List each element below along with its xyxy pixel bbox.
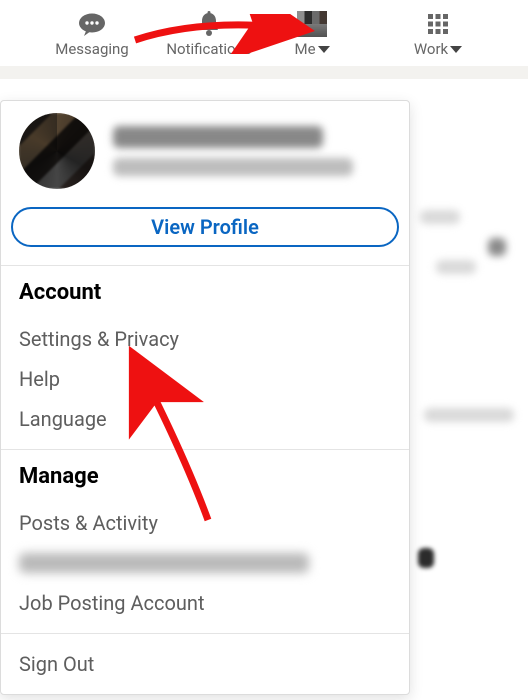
bg-content — [488, 238, 506, 256]
messaging-icon — [77, 10, 107, 38]
bg-content — [418, 548, 434, 568]
menu-item-redacted[interactable] — [19, 553, 309, 573]
section-heading: Manage — [19, 464, 391, 489]
apps-grid-icon — [427, 10, 449, 38]
chevron-down-icon — [450, 46, 462, 53]
profile-avatar-icon — [19, 113, 95, 189]
nav-work[interactable]: Work — [398, 10, 478, 58]
button-label: View Profile — [151, 215, 259, 239]
profile-text — [113, 126, 391, 176]
me-dropdown: View Profile Account Settings & Privacy … — [0, 100, 410, 695]
bg-content — [424, 408, 514, 422]
nav-label: Me — [294, 40, 315, 58]
menu-language[interactable]: Language — [19, 399, 391, 439]
bg-content — [420, 210, 460, 224]
section-heading: Account — [19, 280, 391, 305]
me-avatar-icon — [297, 10, 327, 38]
menu-job-posting-account[interactable]: Job Posting Account — [19, 583, 391, 623]
account-section: Account Settings & Privacy Help Language — [1, 266, 409, 449]
nav-label: Messaging — [55, 40, 128, 58]
menu-help[interactable]: Help — [19, 359, 391, 399]
nav-me[interactable]: Me — [282, 10, 342, 58]
view-profile-button[interactable]: View Profile — [11, 207, 399, 247]
nav-notifications[interactable]: Notifications — [154, 10, 264, 58]
bell-icon — [197, 10, 221, 38]
nav-label: Notifications — [166, 40, 251, 58]
nav-label: Work — [414, 40, 448, 58]
profile-headline-redacted — [113, 158, 353, 176]
manage-section: Manage Posts & Activity Job Posting Acco… — [1, 450, 409, 633]
separator-strip — [0, 66, 528, 79]
top-nav: Messaging Notifications Me — [0, 0, 528, 66]
menu-label: Sign Out — [19, 652, 94, 676]
profile-name-redacted — [113, 126, 323, 148]
nav-messaging[interactable]: Messaging — [44, 10, 140, 58]
profile-header[interactable] — [1, 101, 409, 193]
bg-content — [436, 260, 476, 274]
chevron-down-icon — [318, 46, 330, 53]
menu-settings-privacy[interactable]: Settings & Privacy — [19, 319, 391, 359]
menu-sign-out[interactable]: Sign Out — [1, 633, 409, 694]
menu-posts-activity[interactable]: Posts & Activity — [19, 503, 391, 543]
